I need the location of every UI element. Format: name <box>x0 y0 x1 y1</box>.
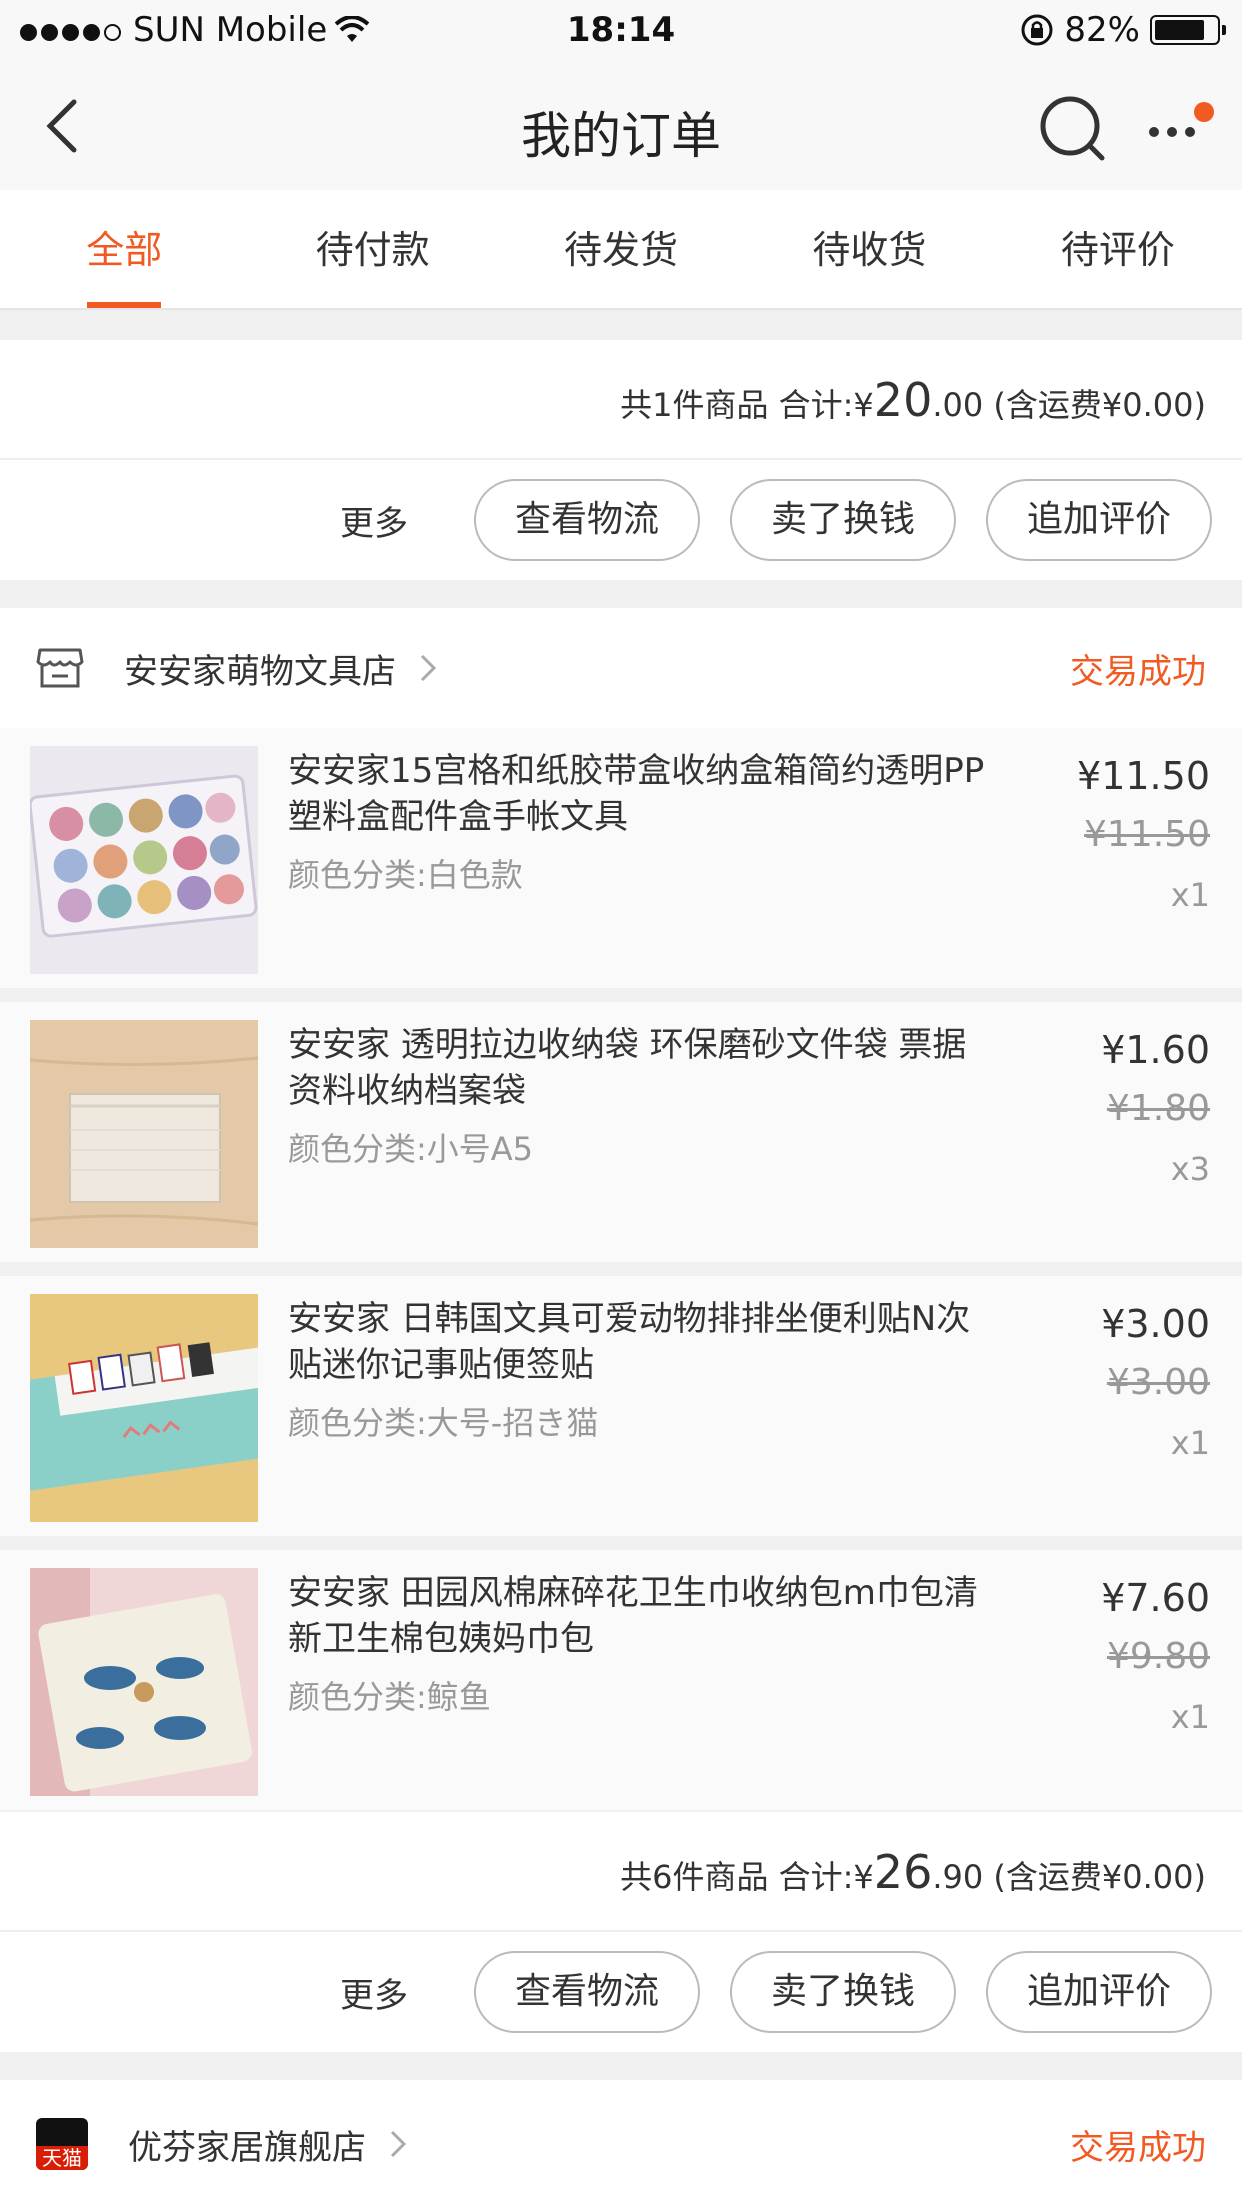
rotation-lock-icon <box>1021 14 1053 46</box>
order3-shop-name: 优芬家居旗舰店 <box>128 2127 366 2168</box>
order2-actions: 更多 查看物流 卖了换钱 追加评价 <box>0 1932 1242 2052</box>
order2-item-3-quantity: x1 <box>1170 1424 1210 1462</box>
product-image-file-bag <box>30 1020 258 1248</box>
order2-item-1-original-price: ¥11.50 <box>1084 814 1210 855</box>
order2-item-2-name: 安安家 透明拉边收纳袋 环保磨砂文件袋 票据资料收纳档案袋 <box>288 1025 967 1111</box>
order2-item-1-spec: 颜色分类:白色款 <box>288 856 523 894</box>
product-image-sticky-notes <box>30 1294 258 1522</box>
order2-item-1[interactable]: 安安家15宫格和纸胶带盒收纳盒箱简约透明PP塑料盒配件盒手帐文具 颜色分类:白色… <box>0 728 1242 988</box>
order2-more-link[interactable]: 更多 <box>340 1968 408 2017</box>
order2-total-dec: .90 <box>932 1858 984 1896</box>
order3-shop-header[interactable]: 天猫 优芬家居旗舰店 交易成功 <box>0 2080 1242 2208</box>
order2-view-logistics-button[interactable]: 查看物流 <box>474 1951 700 2033</box>
order2-resell-button[interactable]: 卖了换钱 <box>730 1951 956 2033</box>
order2-item-4-spec: 颜色分类:鲸鱼 <box>288 1678 491 1716</box>
order2-shop-name: 安安家萌物文具店 <box>124 651 396 692</box>
tab-pending-receipt[interactable]: 待收货 <box>745 190 993 308</box>
nav-bar: 我的订单 <box>0 60 1242 190</box>
tab-pending-shipment[interactable]: 待发货 <box>497 190 745 308</box>
order2-item-2[interactable]: 安安家 透明拉边收纳袋 环保磨砂文件袋 票据资料收纳档案袋 颜色分类:小号A5 … <box>0 1002 1242 1262</box>
order3-status: 交易成功 <box>1070 2127 1206 2168</box>
product-image-tape-box <box>30 746 258 974</box>
order2-summary-prefix: 共6件商品 合计:¥ <box>620 1858 874 1896</box>
order2-item-1-quantity: x1 <box>1170 876 1210 914</box>
order2-summary: 共6件商品 合计:¥26.90 (含运费¥0.00) <box>0 1812 1242 1932</box>
product-image-pouch <box>30 1568 258 1796</box>
tmall-badge-icon: 天猫 <box>36 2118 88 2170</box>
more-menu-icon[interactable] <box>1146 100 1216 160</box>
order1-view-logistics-button[interactable]: 查看物流 <box>474 479 700 561</box>
order2-add-review-button[interactable]: 追加评价 <box>986 1951 1212 2033</box>
order2-item-4-price: ¥7.60 <box>1101 1576 1210 1620</box>
order1-shipping: (含运费¥0.00) <box>983 386 1206 424</box>
chevron-right-icon <box>390 2130 407 2158</box>
order2-shop-header[interactable]: 安安家萌物文具店 交易成功 <box>0 608 1242 728</box>
order2-item-1-name: 安安家15宫格和纸胶带盒收纳盒箱简约透明PP塑料盒配件盒手帐文具 <box>288 751 985 837</box>
order2-total-int: 26 <box>873 1845 933 1899</box>
status-bar: SUN Mobile 18:14 82% <box>0 0 1242 60</box>
order2-status: 交易成功 <box>1070 651 1206 692</box>
battery-icon <box>1150 15 1226 45</box>
order1-resell-button[interactable]: 卖了换钱 <box>730 479 956 561</box>
order-tabs: 全部 待付款 待发货 待收货 待评价 <box>0 190 1242 310</box>
tab-pending-review[interactable]: 待评价 <box>994 190 1242 308</box>
order2-item-2-price: ¥1.60 <box>1101 1028 1210 1072</box>
battery-percent: 82% <box>1064 10 1140 50</box>
order2-item-3-price: ¥3.00 <box>1101 1302 1210 1346</box>
order2-item-3[interactable]: 安安家 日韩国文具可爱动物排排坐便利贴N次贴迷你记事贴便签贴 颜色分类:大号-招… <box>0 1276 1242 1536</box>
order2-item-4[interactable]: 安安家 田园风棉麻碎花卫生巾收纳包m巾包清新卫生棉包姨妈巾包 颜色分类:鲸鱼 ¥… <box>0 1550 1242 1810</box>
order1-summary: 共1件商品 合计:¥20.00 (含运费¥0.00) <box>0 340 1242 460</box>
order2-item-4-original-price: ¥9.80 <box>1106 1636 1210 1677</box>
order1-actions: 更多 查看物流 卖了换钱 追加评价 <box>0 460 1242 580</box>
chevron-right-icon <box>420 654 437 682</box>
order2-item-3-name: 安安家 日韩国文具可爱动物排排坐便利贴N次贴迷你记事贴便签贴 <box>288 1299 971 1385</box>
order2-item-2-quantity: x3 <box>1170 1150 1210 1188</box>
order2-item-3-spec: 颜色分类:大号-招き猫 <box>288 1404 599 1442</box>
order2-item-3-original-price: ¥3.00 <box>1106 1362 1210 1403</box>
order2-item-1-price: ¥11.50 <box>1077 754 1210 798</box>
order1-add-review-button[interactable]: 追加评价 <box>986 479 1212 561</box>
tab-all[interactable]: 全部 <box>0 190 248 308</box>
order2-item-2-original-price: ¥1.80 <box>1106 1088 1210 1129</box>
order1-total-int: 20 <box>873 373 933 427</box>
order2-shipping: (含运费¥0.00) <box>983 1858 1206 1896</box>
search-icon[interactable] <box>1038 94 1108 164</box>
order2-item-4-name: 安安家 田园风棉麻碎花卫生巾收纳包m巾包清新卫生棉包姨妈巾包 <box>288 1573 978 1659</box>
order1-summary-prefix: 共1件商品 合计:¥ <box>620 386 874 424</box>
order2-item-4-quantity: x1 <box>1170 1698 1210 1736</box>
tab-pending-payment[interactable]: 待付款 <box>248 190 496 308</box>
order1-more-link[interactable]: 更多 <box>340 496 408 545</box>
store-icon <box>36 648 84 688</box>
order1-total-dec: .00 <box>932 386 984 424</box>
order2-item-2-spec: 颜色分类:小号A5 <box>288 1130 534 1168</box>
